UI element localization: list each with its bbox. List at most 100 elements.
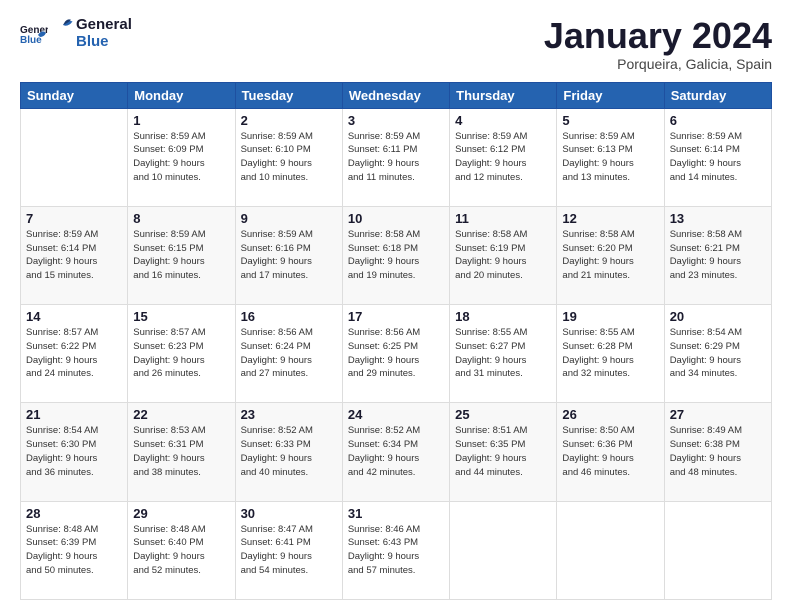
- table-row: 24 Sunrise: 8:52 AM Sunset: 6:34 PM Dayli…: [342, 403, 449, 501]
- day-number: 23: [241, 407, 337, 422]
- table-row: 17 Sunrise: 8:56 AM Sunset: 6:25 PM Dayli…: [342, 305, 449, 403]
- calendar-table: Sunday Monday Tuesday Wednesday Thursday…: [20, 82, 772, 600]
- location: Porqueira, Galicia, Spain: [544, 56, 772, 72]
- day-info: Sunrise: 8:46 AM Sunset: 6:43 PM Dayligh…: [348, 523, 444, 578]
- header: General Blue General Blue January 2024 P…: [20, 16, 772, 72]
- table-row: 15 Sunrise: 8:57 AM Sunset: 6:23 PM Dayli…: [128, 305, 235, 403]
- col-monday: Monday: [128, 82, 235, 108]
- day-number: 18: [455, 309, 551, 324]
- table-row: 16 Sunrise: 8:56 AM Sunset: 6:24 PM Dayli…: [235, 305, 342, 403]
- day-number: 19: [562, 309, 658, 324]
- calendar-page: General Blue General Blue January 2024 P…: [0, 0, 792, 612]
- day-number: 15: [133, 309, 229, 324]
- table-row: 21 Sunrise: 8:54 AM Sunset: 6:30 PM Dayli…: [21, 403, 128, 501]
- day-number: 8: [133, 211, 229, 226]
- day-number: 29: [133, 506, 229, 521]
- day-info: Sunrise: 8:51 AM Sunset: 6:35 PM Dayligh…: [455, 424, 551, 479]
- col-thursday: Thursday: [450, 82, 557, 108]
- calendar-week-row: 28 Sunrise: 8:48 AM Sunset: 6:39 PM Dayli…: [21, 501, 772, 599]
- day-number: 24: [348, 407, 444, 422]
- day-number: 10: [348, 211, 444, 226]
- day-info: Sunrise: 8:59 AM Sunset: 6:09 PM Dayligh…: [133, 130, 229, 185]
- calendar-week-row: 1 Sunrise: 8:59 AM Sunset: 6:09 PM Daylig…: [21, 108, 772, 206]
- day-info: Sunrise: 8:52 AM Sunset: 6:34 PM Dayligh…: [348, 424, 444, 479]
- day-info: Sunrise: 8:56 AM Sunset: 6:24 PM Dayligh…: [241, 326, 337, 381]
- day-info: Sunrise: 8:47 AM Sunset: 6:41 PM Dayligh…: [241, 523, 337, 578]
- day-info: Sunrise: 8:58 AM Sunset: 6:20 PM Dayligh…: [562, 228, 658, 283]
- day-info: Sunrise: 8:59 AM Sunset: 6:11 PM Dayligh…: [348, 130, 444, 185]
- table-row: 10 Sunrise: 8:58 AM Sunset: 6:18 PM Dayli…: [342, 206, 449, 304]
- table-row: 2 Sunrise: 8:59 AM Sunset: 6:10 PM Daylig…: [235, 108, 342, 206]
- table-row: 11Sunrise: 8:58 AM Sunset: 6:19 PM Dayli…: [450, 206, 557, 304]
- day-info: Sunrise: 8:48 AM Sunset: 6:39 PM Dayligh…: [26, 523, 122, 578]
- table-row: 8 Sunrise: 8:59 AM Sunset: 6:15 PM Daylig…: [128, 206, 235, 304]
- day-number: 3: [348, 113, 444, 128]
- table-row: 5 Sunrise: 8:59 AM Sunset: 6:13 PM Daylig…: [557, 108, 664, 206]
- day-number: 9: [241, 211, 337, 226]
- table-row: 31Sunrise: 8:46 AM Sunset: 6:43 PM Dayli…: [342, 501, 449, 599]
- table-row: 4Sunrise: 8:59 AM Sunset: 6:12 PM Daylig…: [450, 108, 557, 206]
- month-title: January 2024: [544, 16, 772, 56]
- day-info: Sunrise: 8:52 AM Sunset: 6:33 PM Dayligh…: [241, 424, 337, 479]
- table-row: 20Sunrise: 8:54 AM Sunset: 6:29 PM Dayli…: [664, 305, 771, 403]
- day-number: 21: [26, 407, 122, 422]
- day-info: Sunrise: 8:55 AM Sunset: 6:27 PM Dayligh…: [455, 326, 551, 381]
- table-row: 25 Sunrise: 8:51 AM Sunset: 6:35 PM Dayli…: [450, 403, 557, 501]
- logo-general: General: [52, 16, 132, 34]
- col-friday: Friday: [557, 82, 664, 108]
- day-number: 22: [133, 407, 229, 422]
- day-info: Sunrise: 8:56 AM Sunset: 6:25 PM Dayligh…: [348, 326, 444, 381]
- table-row: 28 Sunrise: 8:48 AM Sunset: 6:39 PM Dayli…: [21, 501, 128, 599]
- day-number: 26: [562, 407, 658, 422]
- logo-bird-icon: [52, 16, 74, 34]
- day-info: Sunrise: 8:58 AM Sunset: 6:18 PM Dayligh…: [348, 228, 444, 283]
- logo-blue: Blue: [76, 34, 132, 51]
- table-row: 13Sunrise: 8:58 AM Sunset: 6:21 PM Dayli…: [664, 206, 771, 304]
- table-row: 1 Sunrise: 8:59 AM Sunset: 6:09 PM Daylig…: [128, 108, 235, 206]
- title-block: January 2024 Porqueira, Galicia, Spain: [544, 16, 772, 72]
- day-number: 1: [133, 113, 229, 128]
- day-number: 2: [241, 113, 337, 128]
- day-number: 25: [455, 407, 551, 422]
- logo-icon: General Blue: [20, 19, 48, 47]
- day-number: 6: [670, 113, 766, 128]
- table-row: [450, 501, 557, 599]
- day-info: Sunrise: 8:54 AM Sunset: 6:30 PM Dayligh…: [26, 424, 122, 479]
- calendar-week-row: 7Sunrise: 8:59 AM Sunset: 6:14 PM Daylig…: [21, 206, 772, 304]
- calendar-header-row: Sunday Monday Tuesday Wednesday Thursday…: [21, 82, 772, 108]
- day-info: Sunrise: 8:59 AM Sunset: 6:16 PM Dayligh…: [241, 228, 337, 283]
- table-row: [664, 501, 771, 599]
- table-row: 29 Sunrise: 8:48 AM Sunset: 6:40 PM Dayli…: [128, 501, 235, 599]
- day-number: 14: [26, 309, 122, 324]
- day-info: Sunrise: 8:48 AM Sunset: 6:40 PM Dayligh…: [133, 523, 229, 578]
- day-info: Sunrise: 8:57 AM Sunset: 6:22 PM Dayligh…: [26, 326, 122, 381]
- day-info: Sunrise: 8:59 AM Sunset: 6:10 PM Dayligh…: [241, 130, 337, 185]
- table-row: 9 Sunrise: 8:59 AM Sunset: 6:16 PM Daylig…: [235, 206, 342, 304]
- table-row: 23 Sunrise: 8:52 AM Sunset: 6:33 PM Dayli…: [235, 403, 342, 501]
- day-number: 7: [26, 211, 122, 226]
- col-sunday: Sunday: [21, 82, 128, 108]
- day-info: Sunrise: 8:58 AM Sunset: 6:21 PM Dayligh…: [670, 228, 766, 283]
- col-saturday: Saturday: [664, 82, 771, 108]
- day-info: Sunrise: 8:53 AM Sunset: 6:31 PM Dayligh…: [133, 424, 229, 479]
- day-info: Sunrise: 8:50 AM Sunset: 6:36 PM Dayligh…: [562, 424, 658, 479]
- day-info: Sunrise: 8:55 AM Sunset: 6:28 PM Dayligh…: [562, 326, 658, 381]
- col-wednesday: Wednesday: [342, 82, 449, 108]
- day-number: 5: [562, 113, 658, 128]
- table-row: 6 Sunrise: 8:59 AM Sunset: 6:14 PM Daylig…: [664, 108, 771, 206]
- table-row: 14 Sunrise: 8:57 AM Sunset: 6:22 PM Dayli…: [21, 305, 128, 403]
- day-info: Sunrise: 8:57 AM Sunset: 6:23 PM Dayligh…: [133, 326, 229, 381]
- day-info: Sunrise: 8:59 AM Sunset: 6:14 PM Dayligh…: [670, 130, 766, 185]
- table-row: [21, 108, 128, 206]
- table-row: 22 Sunrise: 8:53 AM Sunset: 6:31 PM Dayli…: [128, 403, 235, 501]
- day-number: 4: [455, 113, 551, 128]
- logo: General Blue General Blue: [20, 16, 132, 51]
- day-number: 17: [348, 309, 444, 324]
- day-info: Sunrise: 8:59 AM Sunset: 6:13 PM Dayligh…: [562, 130, 658, 185]
- day-info: Sunrise: 8:59 AM Sunset: 6:15 PM Dayligh…: [133, 228, 229, 283]
- day-number: 16: [241, 309, 337, 324]
- day-number: 28: [26, 506, 122, 521]
- table-row: [557, 501, 664, 599]
- calendar-week-row: 14 Sunrise: 8:57 AM Sunset: 6:22 PM Dayli…: [21, 305, 772, 403]
- day-info: Sunrise: 8:58 AM Sunset: 6:19 PM Dayligh…: [455, 228, 551, 283]
